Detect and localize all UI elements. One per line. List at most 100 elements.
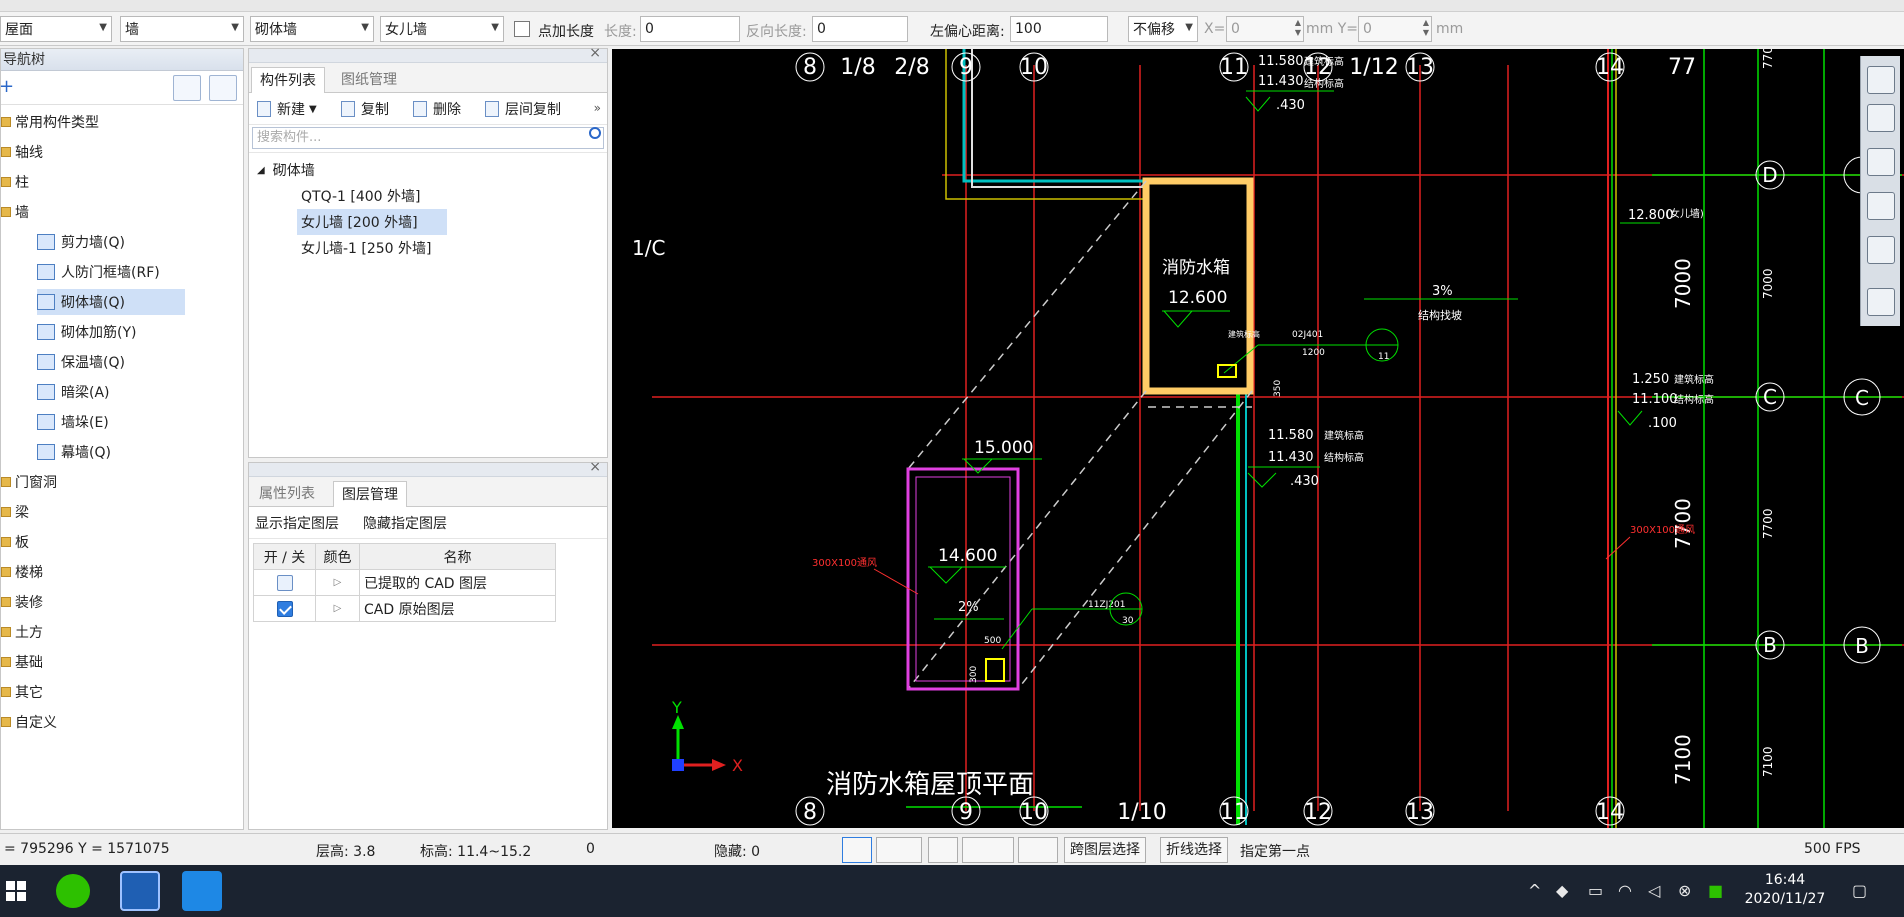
component-item-selected[interactable]: 女儿墙 [200 外墙] bbox=[297, 209, 447, 235]
ortho-button[interactable] bbox=[842, 837, 872, 863]
nav-tree-panel: 导航树 + 常用构件类型 轴线柱墙剪力墙(Q) 人防门框墙(RF) 砌体墙(Q) 砌体加… bbox=[0, 48, 244, 830]
y-input[interactable]: 0 ▲ ▼ bbox=[1358, 16, 1432, 42]
snap-button[interactable] bbox=[876, 837, 922, 863]
water-tank-outline[interactable] bbox=[1142, 177, 1254, 395]
text-app-icon[interactable] bbox=[182, 871, 222, 911]
close-icon[interactable]: × bbox=[589, 459, 601, 475]
left-offset-input[interactable]: 100 bbox=[1010, 16, 1108, 42]
layer-toggle-checkbox[interactable] bbox=[276, 600, 293, 617]
list-view-button[interactable] bbox=[173, 75, 201, 101]
nav-tree-item[interactable]: 梁 bbox=[1, 499, 29, 525]
nav-tree-item[interactable]: 墙 bbox=[1, 199, 29, 225]
nav-tree-item[interactable]: 剪力墙(Q) bbox=[37, 229, 125, 255]
wechat-icon[interactable] bbox=[56, 874, 90, 908]
angle-button[interactable] bbox=[962, 837, 1014, 863]
cad-canvas[interactable]: 8 1/8 2/8 9 10 11 12 1/12 13 14 77 8 9 1… bbox=[612, 49, 1904, 828]
tab-drawing-manage[interactable]: 图纸管理 bbox=[333, 67, 405, 93]
roof-tank-outline[interactable] bbox=[906, 467, 1020, 691]
reverse-length-input[interactable]: 0 bbox=[812, 16, 908, 42]
nav-tree-item[interactable]: 基础 bbox=[1, 649, 43, 675]
wifi-icon[interactable]: ◠ bbox=[1618, 881, 1632, 900]
nav-tree-item[interactable]: 土方 bbox=[1, 619, 43, 645]
shield-icon[interactable]: ◆ bbox=[1556, 881, 1568, 900]
dim-button[interactable] bbox=[1018, 837, 1058, 863]
layer-toggle-checkbox[interactable] bbox=[276, 574, 293, 591]
nav-tree-item[interactable]: 保温墙(Q) bbox=[37, 349, 125, 375]
search-input[interactable]: 搜索构件... bbox=[252, 127, 604, 149]
speaker-icon[interactable]: ◁ bbox=[1648, 881, 1660, 900]
table-row[interactable]: ▷ CAD 原始图层 bbox=[253, 595, 556, 622]
expand-icon[interactable]: ▷ bbox=[315, 595, 360, 622]
tab-component-list[interactable]: 构件列表 bbox=[251, 67, 325, 93]
delete-button[interactable]: 删除 bbox=[413, 99, 461, 119]
nav-tree-item[interactable]: 其它 bbox=[1, 679, 43, 705]
nav-tree-item[interactable]: 砌体墙(Q) bbox=[37, 289, 185, 315]
app-tray-icon[interactable]: ■ bbox=[1708, 881, 1723, 900]
category-select[interactable]: 墙 ▼ bbox=[120, 16, 244, 42]
expand-icon[interactable]: ▷ bbox=[315, 569, 360, 596]
grid-button[interactable] bbox=[928, 837, 958, 863]
tab-property-list[interactable]: 属性列表 bbox=[251, 481, 323, 507]
close-icon[interactable]: × bbox=[589, 45, 601, 61]
nav-tree-item[interactable]: 装修 bbox=[1, 589, 43, 615]
cad-app-icon[interactable] bbox=[120, 871, 160, 911]
cross-layer-select-button[interactable]: 跨图层选择 bbox=[1064, 837, 1146, 863]
tab-layer-manage[interactable]: 图层管理 bbox=[333, 481, 407, 507]
search-icon[interactable] bbox=[589, 127, 601, 139]
component-select[interactable]: 女儿墙 ▼ bbox=[380, 16, 504, 42]
show-layer-button[interactable]: 显示指定图层 bbox=[255, 513, 339, 533]
clock[interactable]: 16:44 2020/11/27 bbox=[1740, 871, 1830, 909]
folder-icon bbox=[1, 717, 11, 727]
notification-icon[interactable]: ▢ bbox=[1852, 881, 1867, 900]
windows-icon[interactable] bbox=[6, 881, 26, 901]
nav-tree-item[interactable]: 砌体加筋(Y) bbox=[37, 319, 136, 345]
close-circle-icon[interactable]: ⊗ bbox=[1678, 881, 1691, 900]
svg-text:350: 350 bbox=[1273, 380, 1283, 397]
svg-text:7700: 7700 bbox=[1761, 508, 1775, 539]
view-3d-button[interactable] bbox=[1867, 104, 1895, 132]
nav-tree-item[interactable]: 楼梯 bbox=[1, 559, 43, 585]
component-actions: 新建 ▼ 复制 删除 层间复制 » bbox=[249, 93, 607, 125]
view-top-button[interactable] bbox=[1867, 148, 1895, 176]
copy-button[interactable]: 复制 bbox=[341, 99, 389, 119]
battery-icon[interactable]: ▭ bbox=[1588, 881, 1603, 900]
nav-tree-item[interactable]: 门窗洞 bbox=[1, 469, 57, 495]
svg-text:7000: 7000 bbox=[1761, 268, 1775, 299]
new-button[interactable]: 新建 ▼ bbox=[257, 99, 317, 119]
cad-drawing[interactable]: 8 1/8 2/8 9 10 11 12 1/12 13 14 77 8 9 1… bbox=[612, 49, 1904, 828]
orbit-button[interactable] bbox=[1867, 66, 1895, 94]
x-input[interactable]: 0 ▲ ▼ bbox=[1226, 16, 1304, 42]
more-icon[interactable]: » bbox=[594, 101, 601, 115]
polyline-select-button[interactable]: 折线选择 bbox=[1160, 837, 1228, 863]
component-group[interactable]: ◢ 砌体墙 bbox=[257, 157, 315, 183]
component-item[interactable]: QTQ-1 [400 外墙] bbox=[297, 183, 425, 209]
nav-tree-item[interactable]: 暗梁(A) bbox=[37, 379, 110, 405]
length-input[interactable]: 0 bbox=[640, 16, 740, 42]
nav-tree-item[interactable]: 柱 bbox=[1, 169, 29, 195]
view-cube-button[interactable] bbox=[1867, 192, 1895, 220]
view-settings-button[interactable] bbox=[1867, 288, 1895, 316]
nav-tree-item[interactable]: 幕墙(Q) bbox=[37, 439, 111, 465]
table-row[interactable]: ▷ 已提取的 CAD 图层 bbox=[253, 569, 556, 596]
floor-select[interactable]: 屋面 ▼ bbox=[0, 16, 112, 42]
length-label: 长度: bbox=[604, 24, 637, 40]
nav-tree-item[interactable]: 人防门框墙(RF) bbox=[37, 259, 160, 285]
clock-date: 2020/11/27 bbox=[1744, 891, 1826, 907]
floor-copy-button[interactable]: 层间复制 bbox=[485, 99, 561, 119]
plus-icon[interactable]: + bbox=[0, 76, 14, 97]
tree-view-button[interactable] bbox=[209, 75, 237, 101]
axis-lines-horizontal bbox=[652, 174, 1904, 646]
chevron-up-icon[interactable]: ^ bbox=[1528, 881, 1541, 900]
nav-tree-item[interactable]: 自定义 bbox=[1, 709, 57, 735]
nav-tree-item[interactable]: 板 bbox=[1, 529, 29, 555]
type-select[interactable]: 砌体墙 ▼ bbox=[250, 16, 374, 42]
nav-tree-item[interactable]: 常用构件类型 bbox=[1, 109, 99, 135]
nav-tree-item[interactable]: 轴线 bbox=[1, 139, 43, 165]
add-length-checkbox[interactable] bbox=[514, 21, 530, 37]
left-axis-label: 1/C bbox=[632, 236, 665, 260]
rotate-button[interactable] bbox=[1867, 236, 1895, 264]
offset-mode-select[interactable]: 不偏移 ▼ bbox=[1128, 16, 1198, 42]
hide-layer-button[interactable]: 隐藏指定图层 bbox=[363, 513, 447, 533]
nav-tree-item[interactable]: 墙垛(E) bbox=[37, 409, 109, 435]
component-item[interactable]: 女儿墙-1 [250 外墙] bbox=[297, 235, 436, 261]
